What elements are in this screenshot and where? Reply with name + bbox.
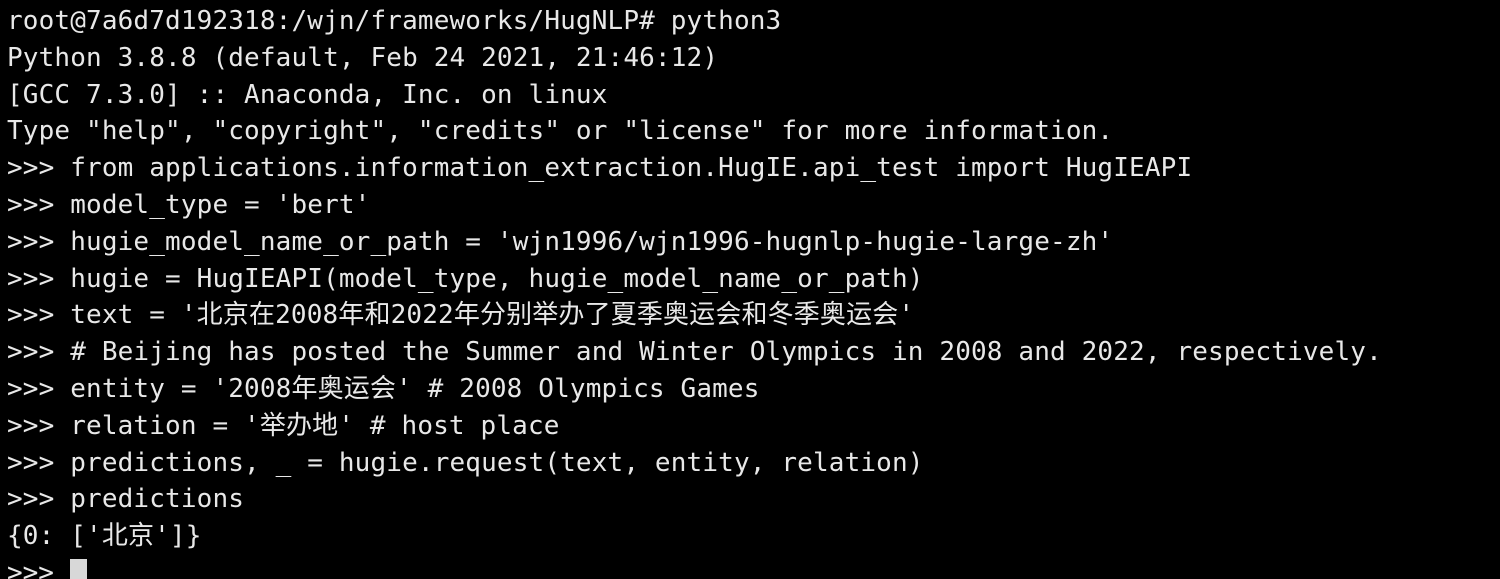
terminal-line-model-type: >>> model_type = 'bert'	[7, 189, 371, 220]
terminal-input-line[interactable]: >>>	[7, 555, 1500, 579]
terminal-line-text: >>> text = '北京在2008年和2022年分别举办了夏季奥运会和冬季奥…	[7, 300, 915, 331]
terminal-line-help-hint: Type "help", "copyright", "credits" or "…	[7, 116, 1114, 147]
terminal-line-result: {0: ['北京']}	[7, 521, 202, 552]
terminal-line-request: >>> predictions, _ = hugie.request(text,…	[7, 447, 924, 478]
terminal-line-compiler-info: [GCC 7.3.0] :: Anaconda, Inc. on linux	[7, 79, 608, 110]
terminal-line-model-path: >>> hugie_model_name_or_path = 'wjn1996/…	[7, 226, 1114, 257]
terminal-line-predictions: >>> predictions	[7, 484, 245, 515]
previous-output-fragment	[0, 0, 1500, 2]
terminal-line-entity: >>> entity = '2008年奥运会' # 2008 Olympics …	[7, 373, 760, 404]
terminal-line-python-version: Python 3.8.8 (default, Feb 24 2021, 21:4…	[7, 42, 719, 73]
terminal-line-shell-command: root@7a6d7d192318:/wjn/frameworks/HugNLP…	[7, 6, 782, 36]
terminal-line-api-init: >>> hugie = HugIEAPI(model_type, hugie_m…	[7, 263, 924, 294]
terminal-line-relation: >>> relation = '举办地' # host place	[7, 410, 560, 441]
terminal-window[interactable]: root@7a6d7d192318:/wjn/frameworks/HugNLP…	[0, 0, 1500, 579]
terminal-prompt: >>>	[7, 557, 70, 579]
terminal-output: root@7a6d7d192318:/wjn/frameworks/HugNLP…	[7, 3, 1500, 579]
terminal-line-import: >>> from applications.information_extrac…	[7, 153, 1193, 184]
terminal-cursor[interactable]	[69, 558, 87, 579]
terminal-line-comment: >>> # Beijing has posted the Summer and …	[7, 337, 1382, 368]
